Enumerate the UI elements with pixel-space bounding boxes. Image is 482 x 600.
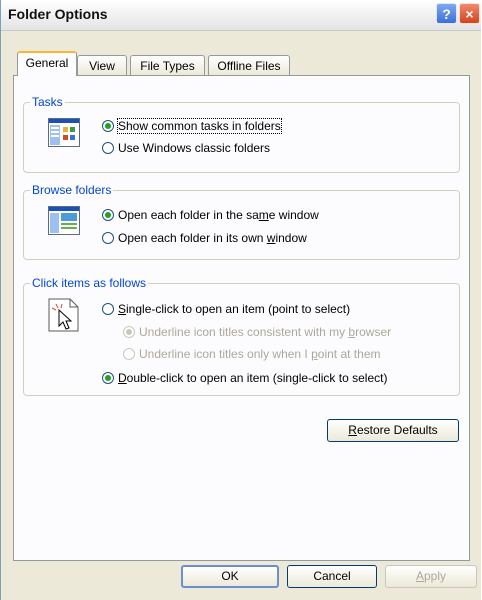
- browse-folders-group: Browse folders: [23, 183, 460, 260]
- open-own-window-radio[interactable]: [102, 232, 114, 244]
- tab-general[interactable]: General: [17, 51, 77, 76]
- open-same-window-radio[interactable]: [102, 209, 114, 221]
- single-click-radio[interactable]: [102, 303, 114, 315]
- open-own-window-option[interactable]: Open each folder in its own window: [102, 231, 307, 245]
- tab-offline-files-label: Offline Files: [217, 59, 281, 73]
- browse-window-icon: [48, 206, 80, 235]
- show-common-tasks-radio[interactable]: [102, 120, 114, 132]
- help-icon: ?: [442, 5, 451, 22]
- single-click-label: Single-click to open an item (point to s…: [118, 302, 351, 316]
- tab-file-types-label: File Types: [140, 59, 195, 73]
- double-click-radio[interactable]: [102, 372, 114, 384]
- underline-consistent-label: Underline icon titles consistent with my…: [139, 325, 392, 339]
- tab-view-label: View: [89, 59, 115, 73]
- use-classic-folders-label: Use Windows classic folders: [118, 141, 271, 155]
- open-same-window-option[interactable]: Open each folder in the same window: [102, 208, 319, 222]
- show-common-tasks-label: Show common tasks in folders: [117, 118, 282, 134]
- tasks-group: Tasks: [23, 95, 460, 173]
- tasks-view-icon: [48, 118, 80, 147]
- double-click-option[interactable]: Double-click to open an item (single-cli…: [102, 371, 387, 385]
- browse-folders-group-title: Browse folders: [30, 183, 114, 197]
- use-classic-folders-radio[interactable]: [102, 142, 114, 154]
- underline-consistent-option[interactable]: Underline icon titles consistent with my…: [123, 325, 391, 339]
- close-icon: ×: [465, 5, 474, 22]
- title-bar[interactable]: Folder Options ? ×: [1, 0, 481, 31]
- underline-on-point-option[interactable]: Underline icon titles only when I point …: [123, 347, 380, 361]
- open-own-window-label: Open each folder in its own window: [118, 231, 307, 245]
- help-button[interactable]: ?: [436, 3, 457, 24]
- close-button[interactable]: ×: [459, 3, 480, 24]
- click-items-group-title: Click items as follows: [30, 276, 149, 290]
- pointer-click-icon: [48, 298, 79, 332]
- folder-options-dialog: Folder Options ? × General View File Typ…: [0, 0, 481, 600]
- tab-file-types[interactable]: File Types: [130, 55, 205, 75]
- tasks-group-title: Tasks: [30, 95, 65, 109]
- restore-defaults-button[interactable]: Restore Defaults: [327, 419, 459, 442]
- tab-general-label: General: [25, 56, 69, 70]
- single-click-option[interactable]: Single-click to open an item (point to s…: [102, 302, 350, 316]
- open-same-window-label: Open each folder in the same window: [118, 208, 319, 222]
- underline-consistent-radio[interactable]: [123, 326, 135, 338]
- use-classic-folders-option[interactable]: Use Windows classic folders: [102, 141, 270, 155]
- tab-view[interactable]: View: [77, 55, 127, 75]
- underline-on-point-label: Underline icon titles only when I point …: [139, 347, 381, 361]
- show-common-tasks-option[interactable]: Show common tasks in folders: [102, 118, 282, 134]
- double-click-label: Double-click to open an item (single-cli…: [118, 371, 388, 385]
- underline-on-point-radio[interactable]: [123, 348, 135, 360]
- ok-button[interactable]: OK: [181, 565, 279, 588]
- window-title: Folder Options: [8, 6, 108, 22]
- cancel-button[interactable]: Cancel: [287, 565, 377, 588]
- apply-button[interactable]: Apply: [385, 565, 477, 588]
- tab-offline-files[interactable]: Offline Files: [208, 55, 290, 75]
